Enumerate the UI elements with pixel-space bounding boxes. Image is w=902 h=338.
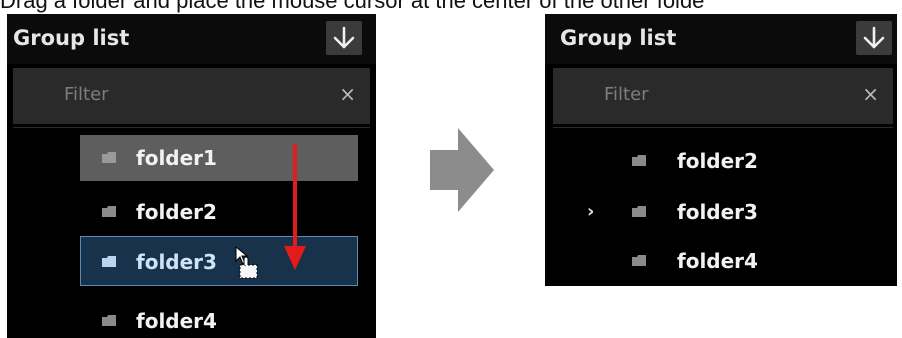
folder-icon: [102, 152, 116, 163]
panel-title: Group list: [560, 26, 677, 50]
folder-icon: [102, 256, 116, 267]
folder-label: folder2: [136, 200, 217, 224]
filter-placeholder: Filter: [604, 84, 649, 105]
tree-item-folder2[interactable]: folder2: [545, 138, 897, 184]
folder-label: folder3: [677, 200, 758, 224]
folder-icon: [632, 206, 646, 217]
folder-label: folder4: [136, 309, 217, 333]
right-arrow-icon: [430, 128, 494, 212]
tree-item-folder1[interactable]: folder1: [80, 135, 358, 181]
tree-item-folder3[interactable]: › folder3: [545, 189, 897, 235]
panel-title: Group list: [13, 26, 130, 50]
filter-input[interactable]: Filter ×: [553, 68, 893, 124]
tree-item-folder4[interactable]: folder4: [80, 298, 358, 338]
group-list-panel-after: Group list Filter × folder2 › folder3 fo…: [545, 14, 897, 286]
folder-icon: [632, 155, 646, 166]
panel-header: Group list: [7, 14, 376, 64]
folder-icon: [102, 206, 116, 217]
folder-icon: [632, 255, 646, 266]
instruction-caption: Drag a folder and place the mouse cursor…: [0, 0, 705, 13]
expand-chevron-icon[interactable]: ›: [587, 200, 594, 224]
clear-filter-icon[interactable]: ×: [339, 81, 356, 107]
tree-item-folder4[interactable]: folder4: [545, 238, 897, 284]
folder-icon: [102, 315, 116, 326]
clear-filter-icon[interactable]: ×: [862, 81, 879, 107]
tree-item-folder2[interactable]: folder2: [80, 189, 358, 235]
folder-label: folder1: [136, 146, 217, 170]
folder-label: folder3: [136, 250, 217, 274]
down-arrow-icon: [333, 26, 355, 49]
download-button[interactable]: [326, 21, 362, 55]
down-arrow-icon: [863, 26, 885, 49]
download-button[interactable]: [856, 21, 892, 55]
filter-input[interactable]: Filter ×: [13, 68, 370, 124]
divider: [13, 127, 370, 128]
folder-label: folder4: [677, 249, 758, 273]
folder-label: folder2: [677, 149, 758, 173]
group-list-panel-before: Group list Filter × folder1 folder2 fold…: [7, 14, 376, 338]
filter-placeholder: Filter: [64, 84, 109, 105]
divider: [553, 127, 893, 128]
panel-header: Group list: [545, 14, 897, 64]
red-down-arrow-icon: [284, 144, 306, 270]
hand-cursor-icon: [235, 245, 258, 279]
tree-item-folder3[interactable]: folder3: [80, 236, 358, 286]
